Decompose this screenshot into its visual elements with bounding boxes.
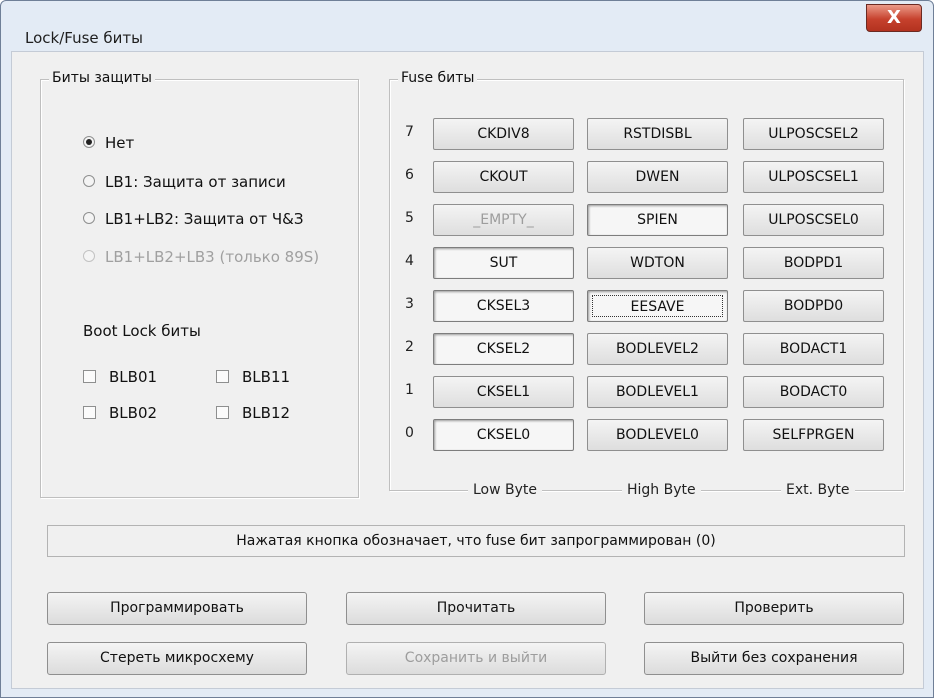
exit-without-saving-button[interactable]: Выйти без сохранения [644, 642, 904, 675]
fuse-button-bodpd1[interactable]: BODPD1 [743, 247, 884, 279]
checkbox-label: BLB01 [109, 368, 158, 386]
bit-number: 7 [405, 124, 414, 140]
radio-indicator [83, 136, 95, 148]
checkbox-box [216, 370, 229, 383]
lock-bits-group-title: Биты защиты [49, 70, 155, 86]
boot-lock-title: Boot Lock биты [83, 322, 201, 340]
fuse-button-ulposcsel2[interactable]: ULPOSCSEL2 [743, 118, 884, 150]
radio-indicator [83, 175, 95, 187]
fuse-button-sut[interactable]: SUT [433, 247, 574, 279]
fuse-button-bodlevel1[interactable]: BODLEVEL1 [587, 376, 728, 408]
fuse-button-cksel1[interactable]: CKSEL1 [433, 376, 574, 408]
column-label-low-byte: Low Byte [468, 482, 543, 498]
bit-number: 6 [405, 167, 414, 183]
fuse-button-ulposcsel0[interactable]: ULPOSCSEL0 [743, 204, 884, 236]
bit-number: 2 [405, 339, 414, 355]
window-title: Lock/Fuse биты [25, 29, 143, 47]
fuse-button-bodpd0[interactable]: BODPD0 [743, 290, 884, 322]
erase-chip-button[interactable]: Стереть микросхему [47, 642, 307, 675]
bit-number: 1 [405, 382, 414, 398]
program-button[interactable]: Программировать [47, 592, 307, 625]
fuse-button-cksel2[interactable]: CKSEL2 [433, 333, 574, 365]
fuse-bits-group-title: Fuse биты [398, 70, 478, 86]
fuse-button-bodlevel0[interactable]: BODLEVEL0 [587, 419, 728, 451]
checkbox-box [83, 370, 96, 383]
status-bar: Нажатая кнопка обозначает, что fuse бит … [47, 525, 905, 557]
radio-label: Нет [105, 134, 135, 152]
radio-indicator [83, 212, 95, 224]
save-and-exit-button: Сохранить и выйти [346, 642, 606, 675]
fuse-button-rstdisbl[interactable]: RSTDISBL [587, 118, 728, 150]
fuse-button-empty: _EMPTY_ [433, 204, 574, 236]
fuse-button-cksel0[interactable]: CKSEL0 [433, 419, 574, 451]
fuse-button-spien[interactable]: SPIEN [587, 204, 728, 236]
radio-label: LB1: Защита от записи [105, 173, 286, 191]
checkbox-label: BLB12 [242, 404, 291, 422]
checkbox-label: BLB02 [109, 404, 158, 422]
bit-number: 4 [405, 253, 414, 269]
radio-label: LB1+LB2: Защита от Ч&З [105, 210, 304, 228]
fuse-button-eesave[interactable]: EESAVE [587, 290, 728, 322]
lock-fuse-dialog: Lock/Fuse биты X Биты защиты Нет LB1: За… [0, 0, 934, 698]
verify-button[interactable]: Проверить [644, 592, 904, 625]
checkbox-box [216, 406, 229, 419]
checkbox-box [83, 406, 96, 419]
fuse-button-label: EESAVE [592, 295, 723, 317]
fuse-button-selfprgen[interactable]: SELFPRGEN [743, 419, 884, 451]
bit-number: 3 [405, 296, 414, 312]
fuse-button-bodact0[interactable]: BODACT0 [743, 376, 884, 408]
fuse-button-ckdiv8[interactable]: CKDIV8 [433, 118, 574, 150]
radio-indicator [83, 250, 95, 262]
fuse-button-ckout[interactable]: CKOUT [433, 161, 574, 193]
bit-number: 5 [405, 210, 414, 226]
lock-bits-group: Биты защиты Нет LB1: Защита от записи LB… [40, 70, 359, 498]
bit-number: 0 [405, 425, 414, 441]
radio-label: LB1+LB2+LB3 (только 89S) [105, 248, 320, 266]
fuse-button-ulposcsel1[interactable]: ULPOSCSEL1 [743, 161, 884, 193]
fuse-button-wdton[interactable]: WDTON [587, 247, 728, 279]
close-icon: X [887, 7, 901, 28]
checkbox-label: BLB11 [242, 368, 291, 386]
column-label-ext-byte: Ext. Byte [781, 482, 855, 498]
fuse-button-cksel3[interactable]: CKSEL3 [433, 290, 574, 322]
dialog-client-area: Биты защиты Нет LB1: Защита от записи LB… [11, 51, 924, 689]
fuse-button-dwen[interactable]: DWEN [587, 161, 728, 193]
read-button[interactable]: Прочитать [346, 592, 606, 625]
fuse-button-bodlevel2[interactable]: BODLEVEL2 [587, 333, 728, 365]
close-button[interactable]: X [866, 4, 922, 32]
fuse-button-bodact1[interactable]: BODACT1 [743, 333, 884, 365]
column-label-high-byte: High Byte [622, 482, 701, 498]
